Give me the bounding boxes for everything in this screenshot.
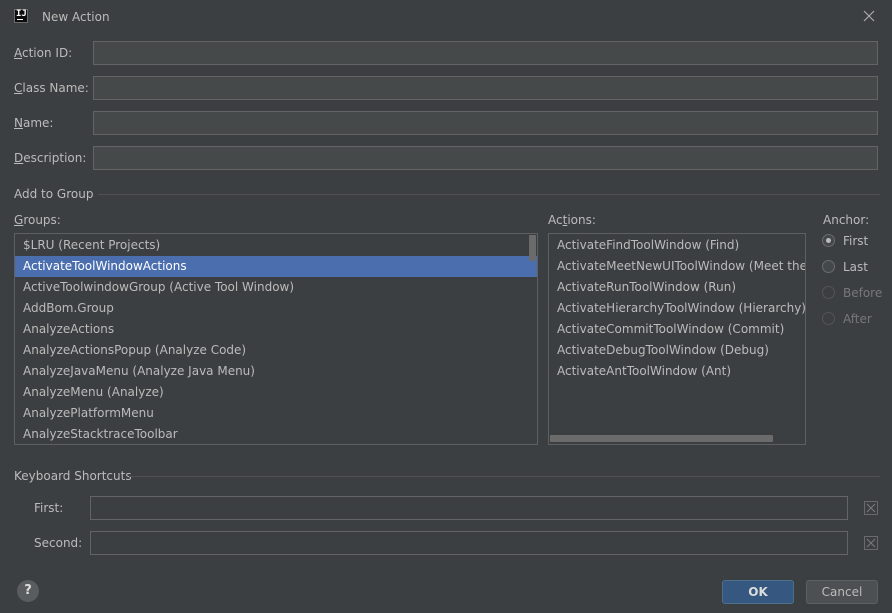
add-to-group-title: Add to Group bbox=[14, 187, 94, 201]
clear-first-shortcut-icon[interactable] bbox=[864, 501, 878, 515]
groups-label: Groups: bbox=[14, 213, 61, 227]
action-item[interactable]: ActivateHierarchyToolWindow (Hierarchy) bbox=[549, 298, 805, 319]
class-name-label: Class Name: bbox=[14, 81, 89, 95]
radio-icon[interactable] bbox=[822, 260, 835, 273]
anchor-label: Anchor: bbox=[823, 213, 870, 227]
cancel-button[interactable]: Cancel bbox=[806, 580, 878, 604]
groups-list[interactable]: $LRU (Recent Projects) ActivateToolWindo… bbox=[14, 233, 538, 445]
close-icon[interactable] bbox=[860, 7, 878, 25]
window-title: New Action bbox=[42, 10, 110, 24]
action-item[interactable]: ActivateMeetNewUIToolWindow (Meet the Ne bbox=[549, 256, 805, 277]
group-item[interactable]: $LRU (Recent Projects) bbox=[15, 235, 537, 256]
action-id-label: Action ID: bbox=[14, 46, 73, 60]
name-input[interactable] bbox=[93, 111, 878, 135]
second-shortcut-input[interactable] bbox=[90, 531, 848, 555]
action-item[interactable]: ActivateRunToolWindow (Run) bbox=[549, 277, 805, 298]
anchor-after-label: After bbox=[843, 312, 872, 326]
class-name-input[interactable] bbox=[93, 76, 878, 100]
intellij-icon: IJ bbox=[14, 9, 28, 23]
keyboard-shortcuts-title: Keyboard Shortcuts bbox=[14, 469, 132, 483]
clear-second-shortcut-icon[interactable] bbox=[864, 536, 878, 550]
add-to-group-separator bbox=[98, 194, 880, 195]
help-icon[interactable]: ? bbox=[17, 580, 39, 602]
action-item[interactable]: ActivateFindToolWindow (Find) bbox=[549, 235, 805, 256]
group-item-selected[interactable]: ActivateToolWindowActions bbox=[15, 256, 537, 277]
actions-label: Actions: bbox=[548, 213, 596, 227]
first-shortcut-input[interactable] bbox=[90, 496, 848, 520]
group-item[interactable]: AnalyzePlatformMenu bbox=[15, 403, 537, 424]
anchor-first-label: First bbox=[843, 234, 869, 248]
description-label: Description: bbox=[14, 151, 87, 165]
second-shortcut-label: Second: bbox=[34, 536, 83, 550]
group-item[interactable]: AnalyzeStacktraceToolbar bbox=[15, 424, 537, 444]
ok-button[interactable]: OK bbox=[722, 580, 794, 604]
radio-disabled-icon bbox=[822, 286, 835, 299]
action-item[interactable]: ActivateCommitToolWindow (Commit) bbox=[549, 319, 805, 340]
anchor-before-label: Before bbox=[843, 286, 883, 300]
group-item[interactable]: AnalyzeActions bbox=[15, 319, 537, 340]
radio-disabled-icon bbox=[822, 312, 835, 325]
group-item[interactable]: ActiveToolwindowGroup (Active Tool Windo… bbox=[15, 277, 537, 298]
anchor-last-label: Last bbox=[843, 260, 868, 274]
name-label: Name: bbox=[14, 116, 54, 130]
actions-list-items: ActivateFindToolWindow (Find) ActivateMe… bbox=[549, 234, 805, 382]
group-item[interactable]: AnalyzeMenu (Analyze) bbox=[15, 382, 537, 403]
groups-vertical-scrollbar[interactable] bbox=[529, 235, 536, 261]
action-item[interactable]: ActivateDebugToolWindow (Debug) bbox=[549, 340, 805, 361]
first-shortcut-label: First: bbox=[34, 501, 64, 515]
description-input[interactable] bbox=[93, 146, 878, 170]
group-item[interactable]: AnalyzeJavaMenu (Analyze Java Menu) bbox=[15, 361, 537, 382]
keyboard-shortcuts-separator bbox=[129, 476, 880, 477]
group-item[interactable]: AddBom.Group bbox=[15, 298, 537, 319]
group-item[interactable]: AnalyzeActionsPopup (Analyze Code) bbox=[15, 340, 537, 361]
actions-list[interactable]: ActivateFindToolWindow (Find) ActivateMe… bbox=[548, 233, 806, 445]
radio-checked-icon[interactable] bbox=[822, 234, 835, 247]
action-id-input[interactable] bbox=[93, 41, 878, 65]
groups-list-items: $LRU (Recent Projects) ActivateToolWindo… bbox=[15, 234, 537, 444]
title-bar: IJ New Action bbox=[0, 0, 892, 34]
action-item[interactable]: ActivateAntToolWindow (Ant) bbox=[549, 361, 805, 382]
actions-horizontal-scrollbar[interactable] bbox=[550, 435, 773, 442]
